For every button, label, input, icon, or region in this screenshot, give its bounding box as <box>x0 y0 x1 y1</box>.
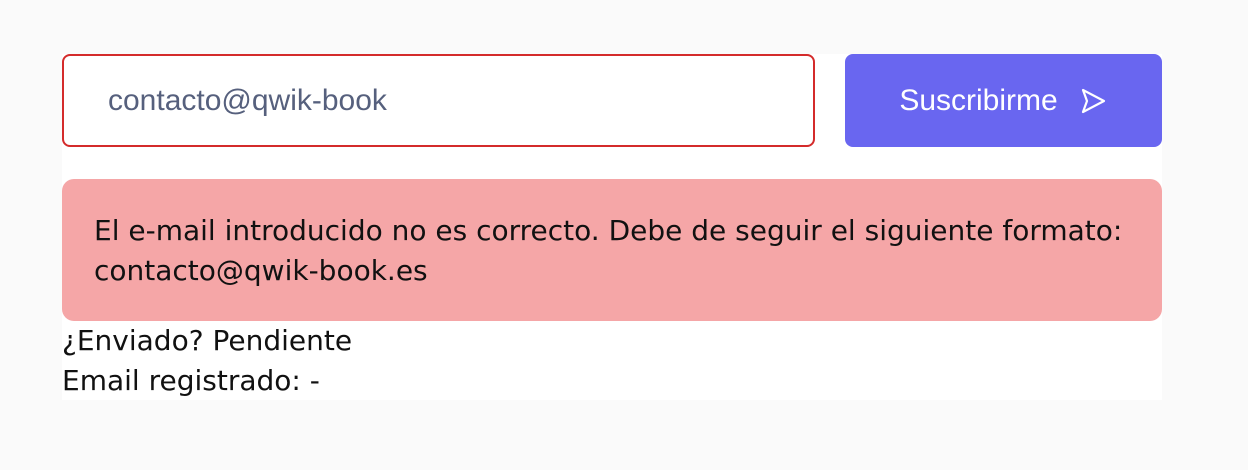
registered-email-value: - <box>309 364 320 397</box>
registered-email-label: Email registrado: <box>62 364 301 397</box>
send-icon <box>1078 86 1108 116</box>
sent-status: ¿Enviado? Pendiente <box>62 321 352 361</box>
sent-status-label: ¿Enviado? <box>62 324 204 357</box>
subscribe-button-label: Suscribirme <box>899 83 1058 117</box>
subscribe-panel: Suscribirme El e-mail introducido no es … <box>62 54 1162 400</box>
sent-status-value: Pendiente <box>212 324 353 357</box>
error-message: El e-mail introducido no es correcto. De… <box>62 179 1162 321</box>
email-input[interactable] <box>62 54 815 147</box>
subscribe-button[interactable]: Suscribirme <box>845 54 1162 147</box>
registered-email-status: Email registrado: - <box>62 361 320 401</box>
